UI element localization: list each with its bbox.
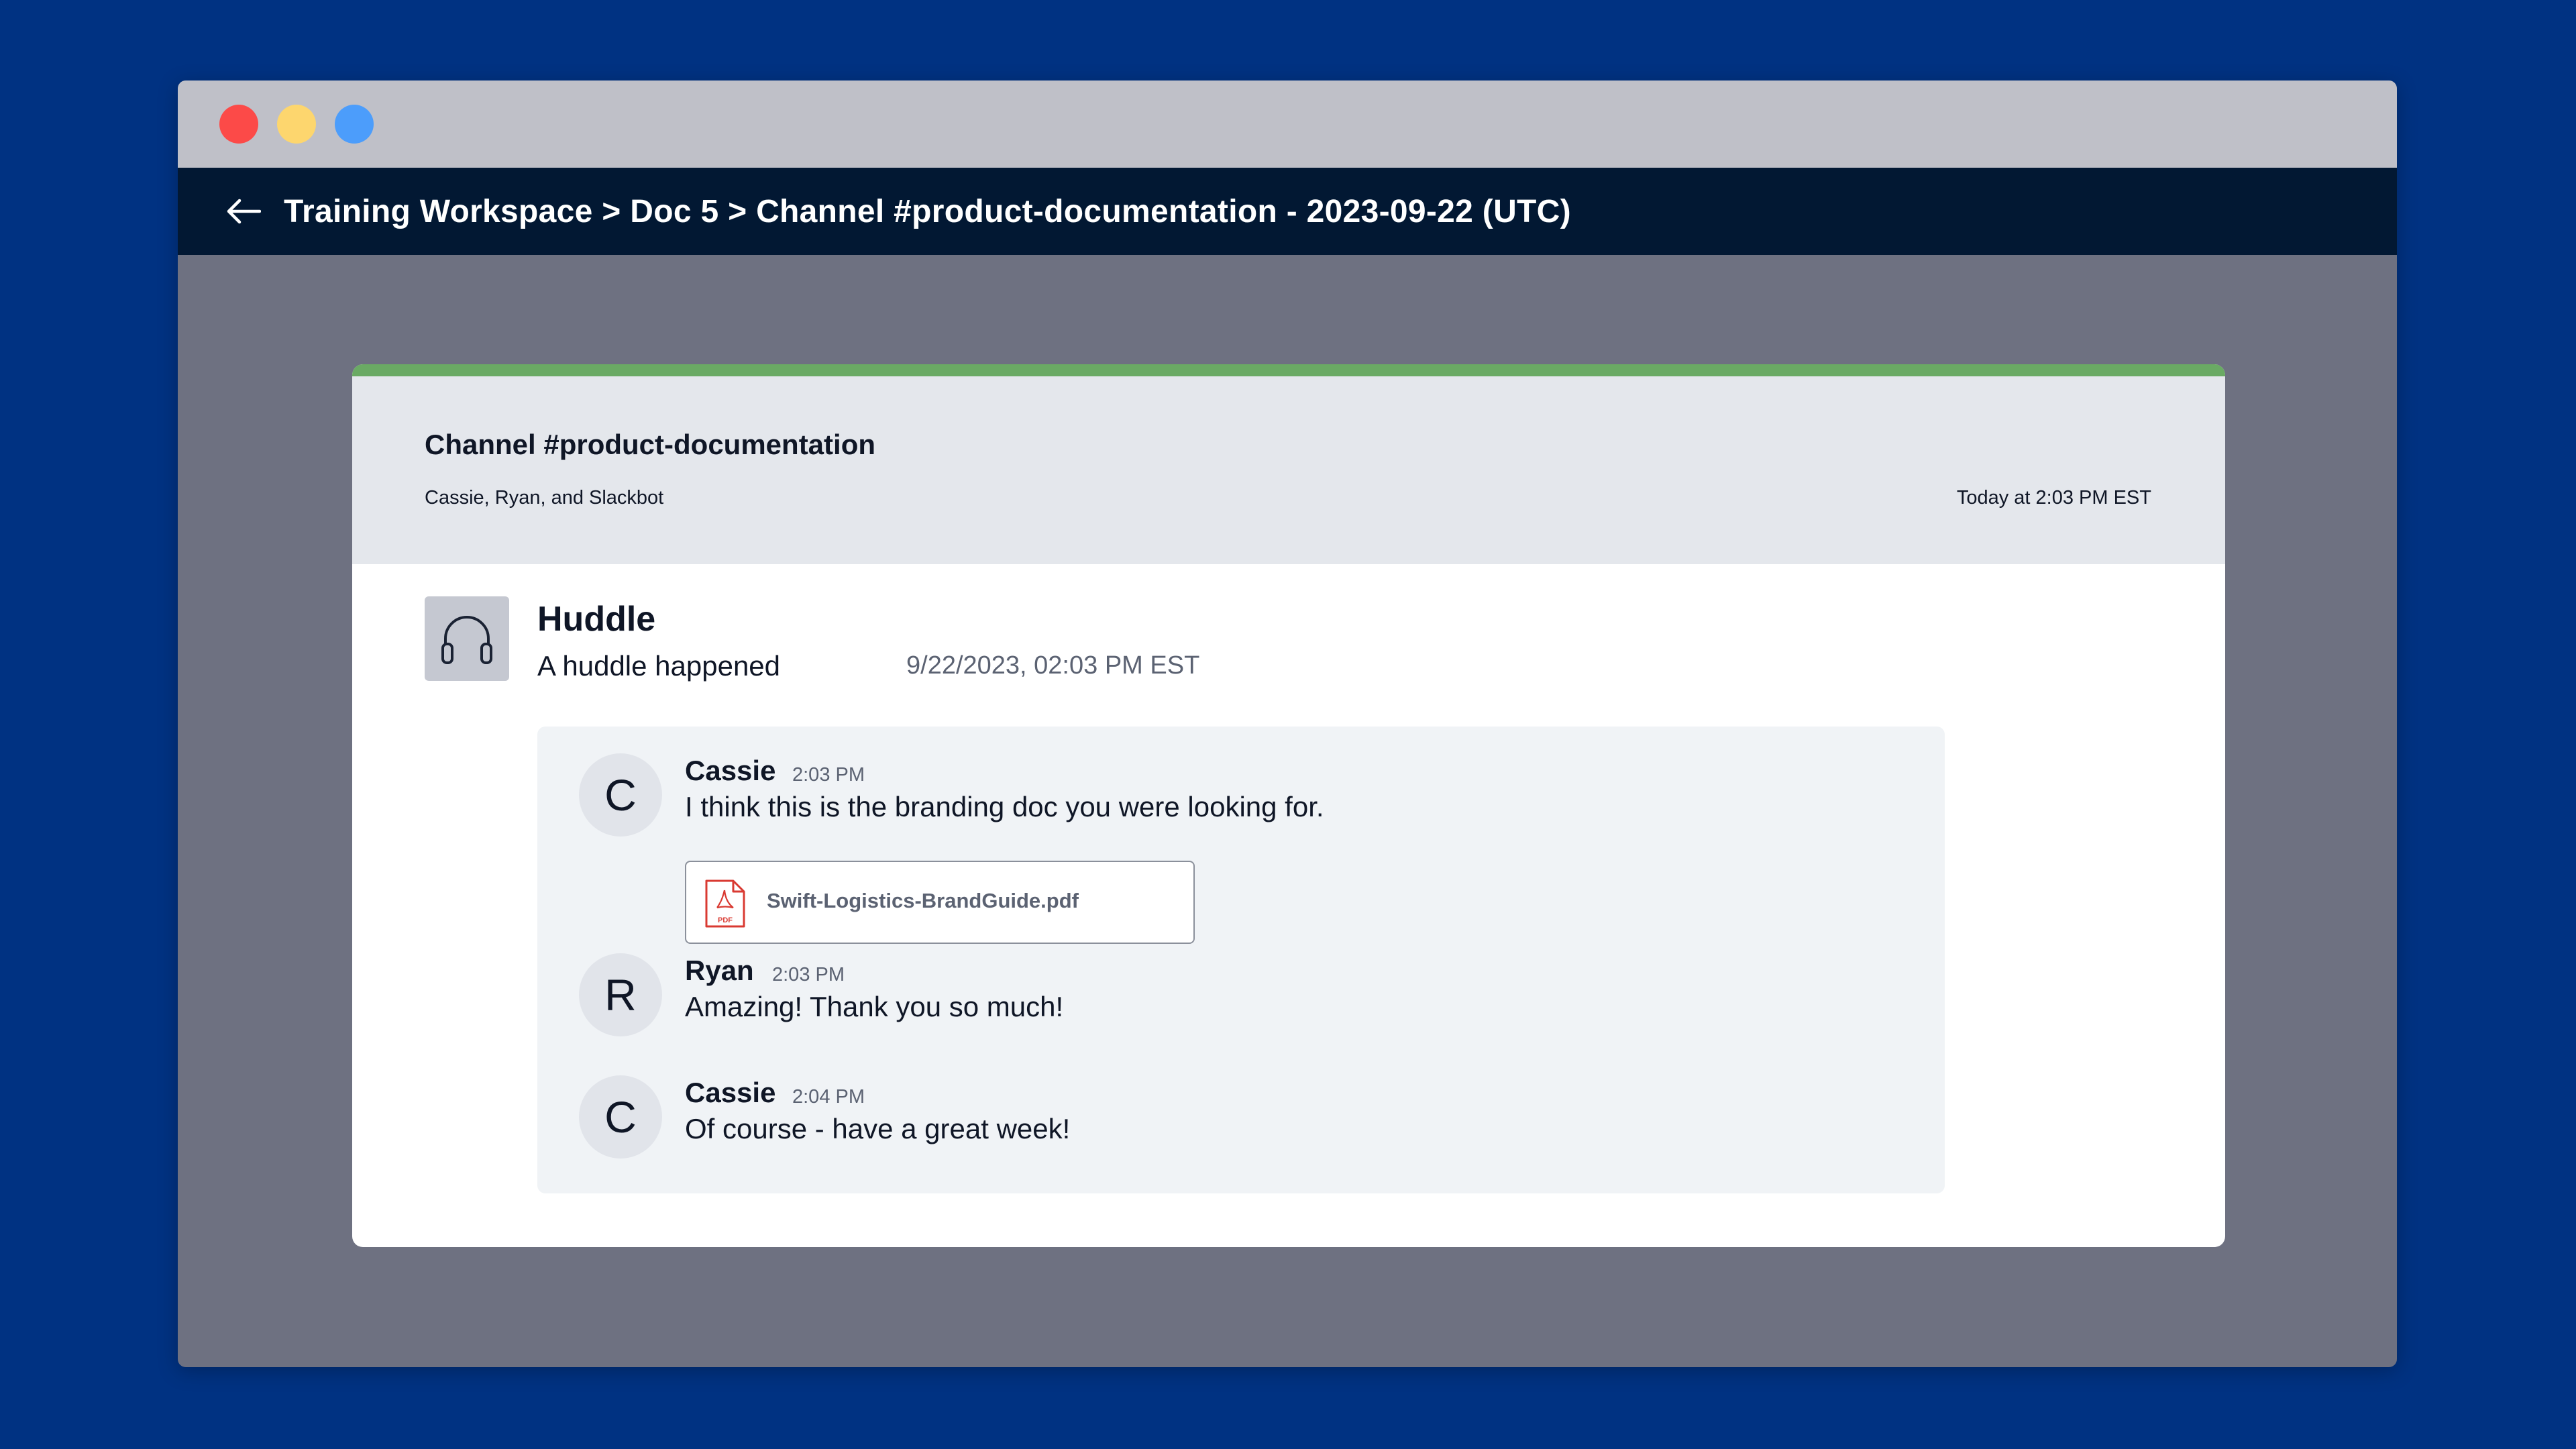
message-text: Amazing! Thank you so much! [685, 991, 1064, 1022]
pdf-file-icon: PDF [705, 879, 745, 928]
huddle-thread: C Cassie 2:03 PM I think this is the bra… [537, 727, 1945, 1193]
pdf-label: PDF [718, 916, 733, 924]
title-bar [178, 80, 2397, 168]
card-header: Channel #product-documentation Cassie, R… [352, 376, 2225, 564]
close-window-button[interactable] [219, 105, 258, 144]
avatar: R [579, 953, 662, 1036]
huddle-title: Huddle [537, 600, 656, 639]
file-attachment[interactable]: PDF Swift-Logistics-BrandGuide.pdf [685, 861, 1195, 944]
message-time: 2:04 PM [792, 1086, 865, 1108]
app-window: Training Workspace > Doc 5 > Channel #pr… [178, 80, 2397, 1367]
message-item: C Cassie 2:04 PM Of course - have a grea… [579, 1075, 1918, 1163]
headphones-icon [441, 616, 492, 664]
avatar: C [579, 753, 662, 837]
huddle-datetime: 9/22/2023, 02:03 PM EST [906, 651, 1200, 680]
message-text: Of course - have a great week! [685, 1113, 1071, 1144]
attachment-filename: Swift-Logistics-BrandGuide.pdf [767, 889, 1079, 912]
avatar: C [579, 1075, 662, 1159]
message-author: Cassie [685, 1077, 776, 1108]
message-item: R Ryan 2:03 PM Amazing! Thank you so muc… [579, 953, 1918, 1040]
huddle-subtitle: A huddle happened [537, 650, 781, 682]
channel-title: Channel #product-documentation [425, 429, 875, 460]
arrow-left-icon [227, 199, 261, 224]
huddle-avatar [425, 596, 509, 681]
message-item: C Cassie 2:03 PM I think this is the bra… [579, 753, 1918, 955]
back-button[interactable] [223, 191, 264, 231]
card-accent-bar [352, 364, 2225, 376]
breadcrumb: Training Workspace > Doc 5 > Channel #pr… [284, 193, 1571, 229]
message-author: Cassie [685, 755, 776, 786]
message-author: Ryan [685, 955, 754, 986]
channel-timestamp: Today at 2:03 PM EST [1956, 487, 2151, 508]
minimize-window-button[interactable] [277, 105, 316, 144]
navigation-bar: Training Workspace > Doc 5 > Channel #pr… [178, 168, 2397, 255]
channel-participants: Cassie, Ryan, and Slackbot [425, 487, 664, 508]
maximize-window-button[interactable] [335, 105, 374, 144]
message-text: I think this is the branding doc you wer… [685, 791, 1324, 822]
message-time: 2:03 PM [772, 964, 845, 985]
message-export-card: Channel #product-documentation Cassie, R… [352, 364, 2225, 1247]
message-time: 2:03 PM [792, 764, 865, 786]
